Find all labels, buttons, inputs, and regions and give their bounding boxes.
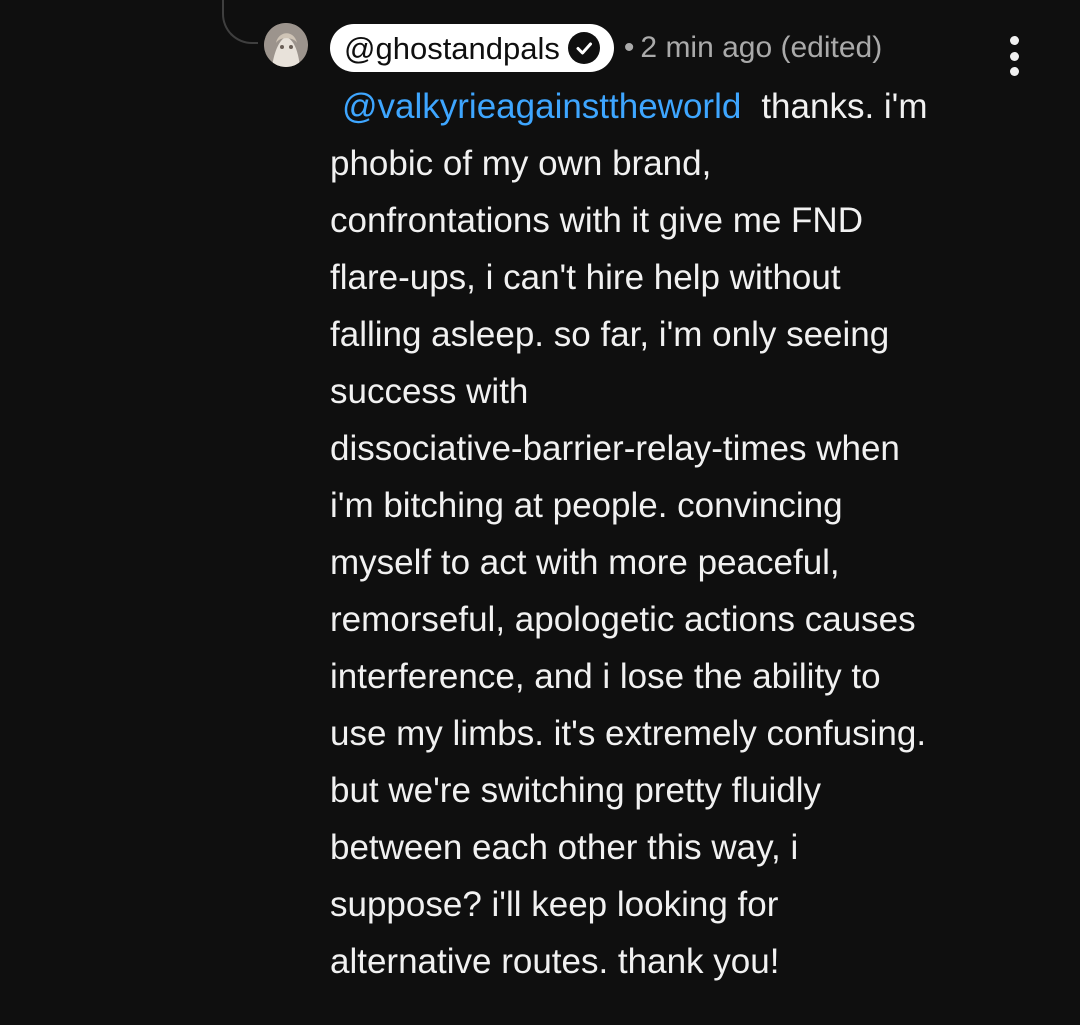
avatar[interactable] <box>264 23 308 67</box>
mention-link[interactable]: @valkyrieagainsttheworld <box>342 87 741 126</box>
reply-thread-connector <box>222 0 258 44</box>
meta-separator: • <box>623 31 635 64</box>
author-handle-chip[interactable]: @ghostandpals <box>330 24 614 72</box>
more-vertical-icon <box>1009 36 1019 45</box>
avatar-image <box>264 23 308 67</box>
more-options-button[interactable] <box>998 36 1030 76</box>
check-circle-icon <box>567 32 600 64</box>
more-vertical-icon-dot <box>1009 67 1019 76</box>
comment-meta: • 2 min ago (edited) <box>624 31 882 65</box>
comment-body-text: thanks. i'm phobic of my own brand, conf… <box>330 87 928 981</box>
comment-text: @valkyrieagainsttheworld thanks. i'm phob… <box>330 78 1020 990</box>
more-vertical-icon-dot <box>1009 51 1019 61</box>
author-handle[interactable]: @ghostandpals <box>344 33 560 64</box>
comment-timestamp[interactable]: 2 min ago (edited) <box>640 31 882 64</box>
comment-header: @ghostandpals • 2 min ago (edited) <box>330 23 882 73</box>
